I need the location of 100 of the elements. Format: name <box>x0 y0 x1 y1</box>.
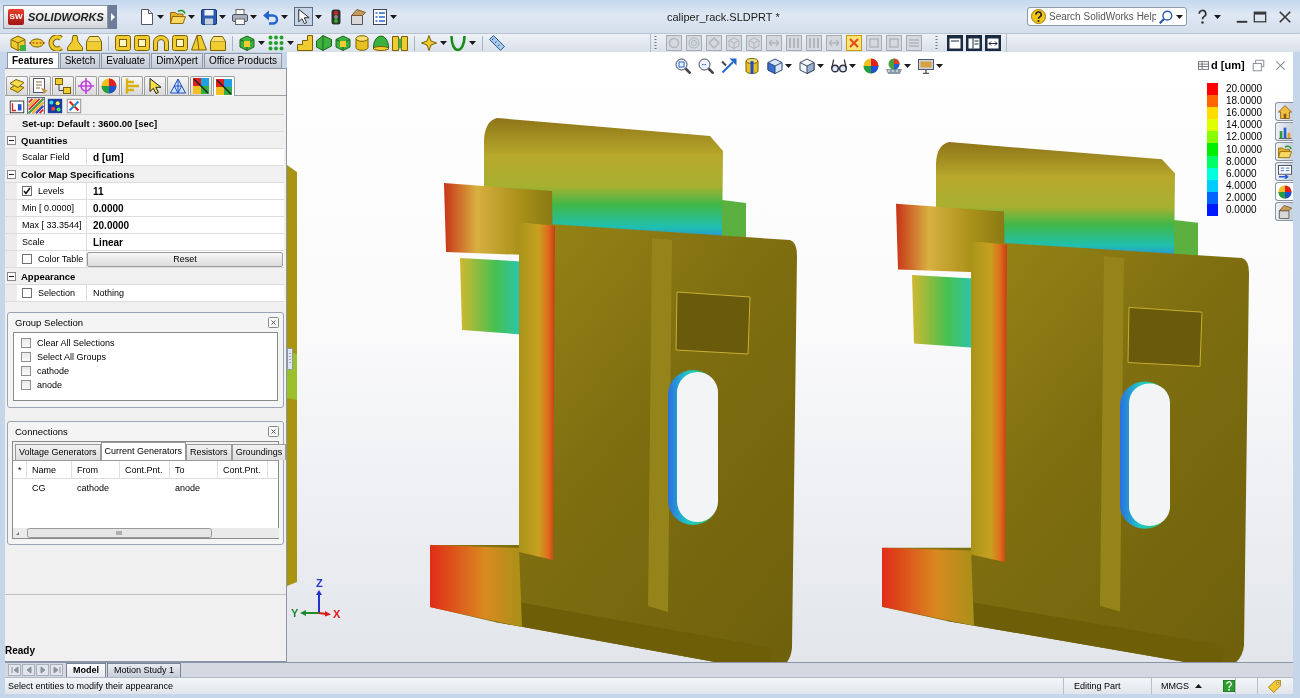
sphere-scene-icon[interactable] <box>886 58 902 74</box>
caret-icon[interactable] <box>281 14 288 19</box>
box-icon[interactable] <box>335 35 351 51</box>
caret-icon[interactable] <box>315 14 322 19</box>
command-tab[interactable]: Evaluate <box>101 53 151 68</box>
collapse-icon[interactable] <box>6 271 16 281</box>
task-pane-tab[interactable] <box>1275 122 1293 141</box>
split-window-icon[interactable] <box>966 35 982 51</box>
package-icon[interactable] <box>350 8 366 25</box>
caret-icon[interactable] <box>440 41 447 45</box>
help-icon[interactable] <box>1195 9 1210 24</box>
close-icon[interactable] <box>268 316 279 328</box>
tag-icon[interactable] <box>1268 679 1281 693</box>
connection-tab[interactable]: Groundings <box>231 444 287 460</box>
star-icon[interactable] <box>421 35 437 51</box>
command-tab[interactable]: Features <box>7 52 59 68</box>
task-pane-tab[interactable] <box>1275 202 1293 221</box>
document-icon[interactable] <box>139 8 155 25</box>
c-shape-icon[interactable] <box>48 35 64 51</box>
manager-tab[interactable] <box>144 76 166 95</box>
diagonal-arrow-icon[interactable] <box>721 58 737 74</box>
caret-icon[interactable] <box>1176 14 1183 19</box>
document-tab[interactable]: Motion Study 1 <box>107 663 182 677</box>
frame-icon[interactable] <box>115 35 131 51</box>
reset-button[interactable]: Reset <box>87 251 283 267</box>
tray-icon[interactable] <box>210 35 226 51</box>
property-value[interactable]: d [um] <box>93 151 124 163</box>
steps-icon[interactable] <box>297 35 313 51</box>
color-ball-icon[interactable] <box>863 58 879 74</box>
search-icon[interactable] <box>1159 9 1173 24</box>
property-value[interactable]: Linear <box>93 236 123 248</box>
caret-icon[interactable] <box>849 64 856 68</box>
folder-icon[interactable] <box>170 8 186 25</box>
prism-icon[interactable] <box>316 35 332 51</box>
tray-icon[interactable] <box>86 35 102 51</box>
document-tab[interactable]: Model <box>66 663 106 677</box>
frame-icon[interactable] <box>134 35 150 51</box>
checkbox[interactable] <box>22 254 32 264</box>
selection-placeholder[interactable]: Nothing <box>93 288 125 298</box>
caret-icon[interactable] <box>469 41 476 45</box>
table-icon[interactable] <box>1198 59 1209 71</box>
book-icon[interactable] <box>392 35 408 51</box>
search-field[interactable]: Search SolidWorks Help <box>1027 7 1187 26</box>
connection-tab[interactable]: Current Generators <box>100 442 187 460</box>
connection-tab[interactable]: Resistors <box>186 444 232 460</box>
collapse-icon[interactable] <box>6 135 16 145</box>
caret-icon[interactable] <box>188 14 195 19</box>
cut-cylinder-icon[interactable] <box>744 58 760 74</box>
task-pane-tab[interactable] <box>1275 102 1293 121</box>
printer-icon[interactable] <box>232 8 248 25</box>
view-cube-icon[interactable] <box>767 58 783 74</box>
checkbox[interactable] <box>21 352 31 362</box>
checkbox[interactable] <box>22 288 32 298</box>
monitor-icon[interactable] <box>918 58 934 74</box>
ellipse-axis-icon[interactable] <box>29 35 45 51</box>
curve-icon[interactable] <box>450 35 466 51</box>
manager-tab[interactable] <box>29 76 51 95</box>
magnifier-icon[interactable] <box>698 58 714 74</box>
caret-icon[interactable] <box>157 14 164 19</box>
task-pane-tab[interactable] <box>1275 142 1293 161</box>
color-dots-icon[interactable] <box>46 96 64 115</box>
command-tab[interactable]: DimXpert <box>151 53 203 68</box>
checklist-icon[interactable] <box>372 8 388 25</box>
glasses-icon[interactable] <box>831 58 847 74</box>
caret-icon[interactable] <box>258 41 265 45</box>
close-icon[interactable] <box>268 425 279 437</box>
task-pane-tab[interactable] <box>1275 182 1293 201</box>
caret-icon[interactable] <box>1214 14 1221 19</box>
task-pane-tab[interactable] <box>1275 162 1293 181</box>
checkbox[interactable] <box>22 186 32 196</box>
caret-icon[interactable] <box>219 14 226 19</box>
horizontal-scrollbar[interactable] <box>13 528 279 538</box>
checkbox[interactable] <box>21 338 31 348</box>
curved-arrow-icon[interactable] <box>263 8 279 25</box>
cube-icon[interactable] <box>10 35 26 51</box>
connection-tab[interactable]: Voltage Generators <box>15 444 101 460</box>
rainbow-stripes-icon[interactable] <box>27 96 45 115</box>
shaded-cube-icon[interactable] <box>799 58 815 74</box>
checkbox[interactable] <box>21 366 31 376</box>
caret-icon[interactable] <box>936 64 943 68</box>
restore-icon[interactable] <box>1251 58 1265 72</box>
checkbox[interactable] <box>21 380 31 390</box>
caret-icon[interactable] <box>904 64 911 68</box>
ruler-icon[interactable] <box>489 35 505 51</box>
collapse-icon[interactable] <box>6 169 16 179</box>
command-tab[interactable]: Sketch <box>59 53 101 68</box>
box-icon[interactable] <box>239 35 255 51</box>
help-icon[interactable] <box>1223 680 1235 692</box>
grip-icon[interactable] <box>654 35 657 51</box>
manager-tab[interactable] <box>98 76 120 95</box>
grip-icon[interactable] <box>287 348 293 370</box>
maximize-icon[interactable] <box>1253 9 1267 24</box>
property-value[interactable]: 11 <box>93 185 104 197</box>
rainbow-cross-icon[interactable] <box>65 96 83 115</box>
cross-tile-icon[interactable] <box>846 35 862 51</box>
cylinder-icon[interactable] <box>354 35 370 51</box>
caret-icon[interactable] <box>287 41 294 45</box>
caret-icon[interactable] <box>250 14 257 19</box>
pointer-icon[interactable] <box>294 7 313 26</box>
property-value[interactable]: 20.0000 <box>93 219 130 231</box>
